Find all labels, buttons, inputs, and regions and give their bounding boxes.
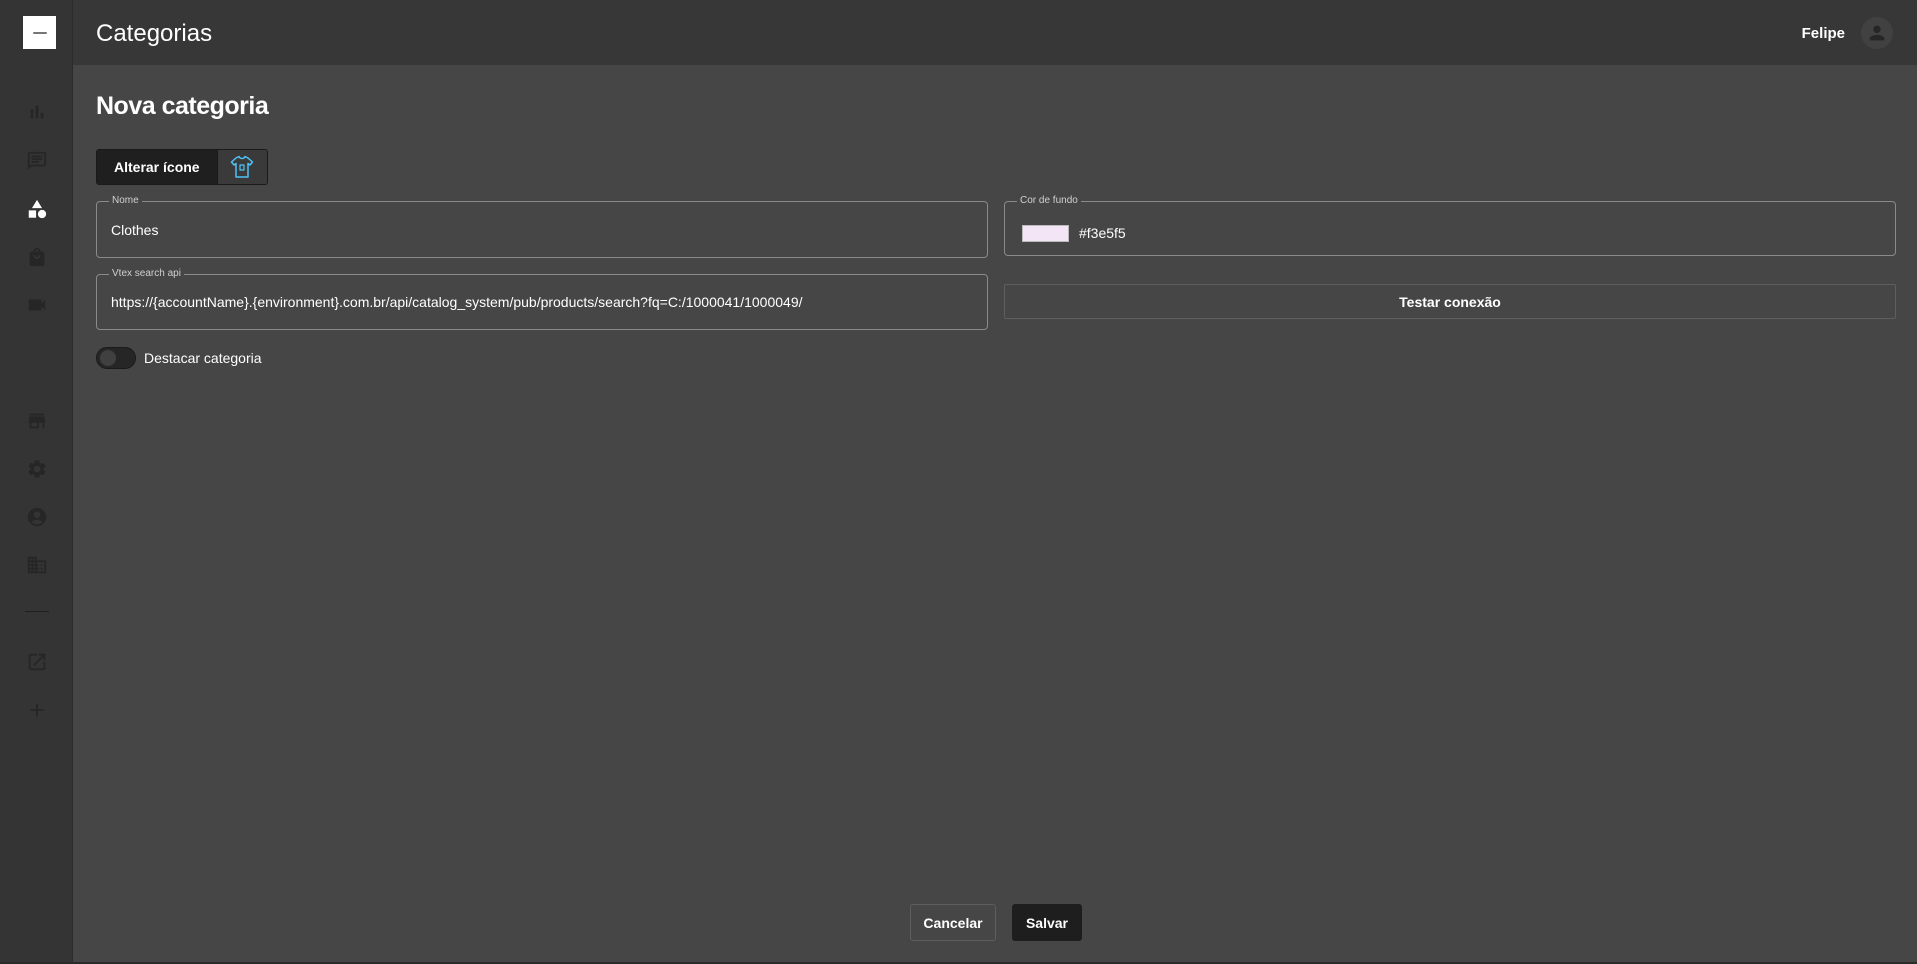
header-title: Categorias xyxy=(96,20,213,47)
sidebar-item-categories[interactable] xyxy=(0,189,73,229)
page-title: Nova categoria xyxy=(96,92,269,120)
change-icon-button[interactable]: Alterar ícone xyxy=(97,150,217,184)
user-name[interactable]: Felipe xyxy=(1802,25,1845,42)
sidebar xyxy=(0,0,73,962)
shopping-bag-icon xyxy=(29,247,44,267)
cancel-button[interactable]: Cancelar xyxy=(910,904,996,941)
store-icon xyxy=(28,413,45,429)
account-circle-icon xyxy=(27,507,46,527)
change-icon-group: Alterar ícone xyxy=(96,149,268,185)
sidebar-item-videos[interactable] xyxy=(0,285,73,325)
api-input[interactable] xyxy=(111,275,973,329)
toggle-knob xyxy=(100,350,116,366)
logo-mark xyxy=(32,31,47,34)
sidebar-item-messages[interactable] xyxy=(0,141,73,181)
user-icon xyxy=(1869,25,1885,41)
sidebar-item-settings[interactable] xyxy=(0,449,73,489)
save-button[interactable]: Salvar xyxy=(1012,904,1082,941)
business-icon xyxy=(27,556,46,574)
clothes-icon xyxy=(230,155,254,178)
gear-icon xyxy=(27,460,46,478)
name-input[interactable] xyxy=(111,202,973,257)
sidebar-item-orders[interactable] xyxy=(0,237,73,277)
name-field[interactable]: Nome xyxy=(96,195,988,258)
bg-color-label: Cor de fundo xyxy=(1017,195,1081,207)
avatar[interactable] xyxy=(1861,17,1893,49)
sidebar-item-dashboard[interactable] xyxy=(0,92,73,132)
bg-color-value: #f3e5f5 xyxy=(1079,225,1126,241)
plus-icon xyxy=(30,703,43,717)
sidebar-item-open-external[interactable] xyxy=(0,642,73,682)
category-shapes-icon xyxy=(28,199,46,219)
top-header: Categorias Felipe xyxy=(73,0,1917,65)
message-icon xyxy=(27,151,46,171)
sidebar-item-store[interactable] xyxy=(0,401,73,441)
highlight-toggle[interactable] xyxy=(96,347,136,369)
test-connection-button[interactable]: Testar conexão xyxy=(1004,284,1896,319)
open-external-icon xyxy=(28,653,45,671)
video-camera-icon xyxy=(28,299,45,311)
sidebar-divider xyxy=(25,611,49,612)
color-swatch[interactable] xyxy=(1022,225,1069,242)
api-field[interactable]: Vtex search api xyxy=(96,268,988,330)
app-logo[interactable] xyxy=(23,16,56,49)
sidebar-item-account[interactable] xyxy=(0,497,73,537)
bar-chart-icon xyxy=(30,105,43,119)
bg-color-field[interactable]: Cor de fundo #f3e5f5 xyxy=(1004,195,1896,256)
sidebar-item-company[interactable] xyxy=(0,545,73,585)
highlight-label: Destacar categoria xyxy=(144,350,262,366)
category-icon-preview[interactable] xyxy=(216,150,267,184)
sidebar-item-add[interactable] xyxy=(0,690,73,730)
